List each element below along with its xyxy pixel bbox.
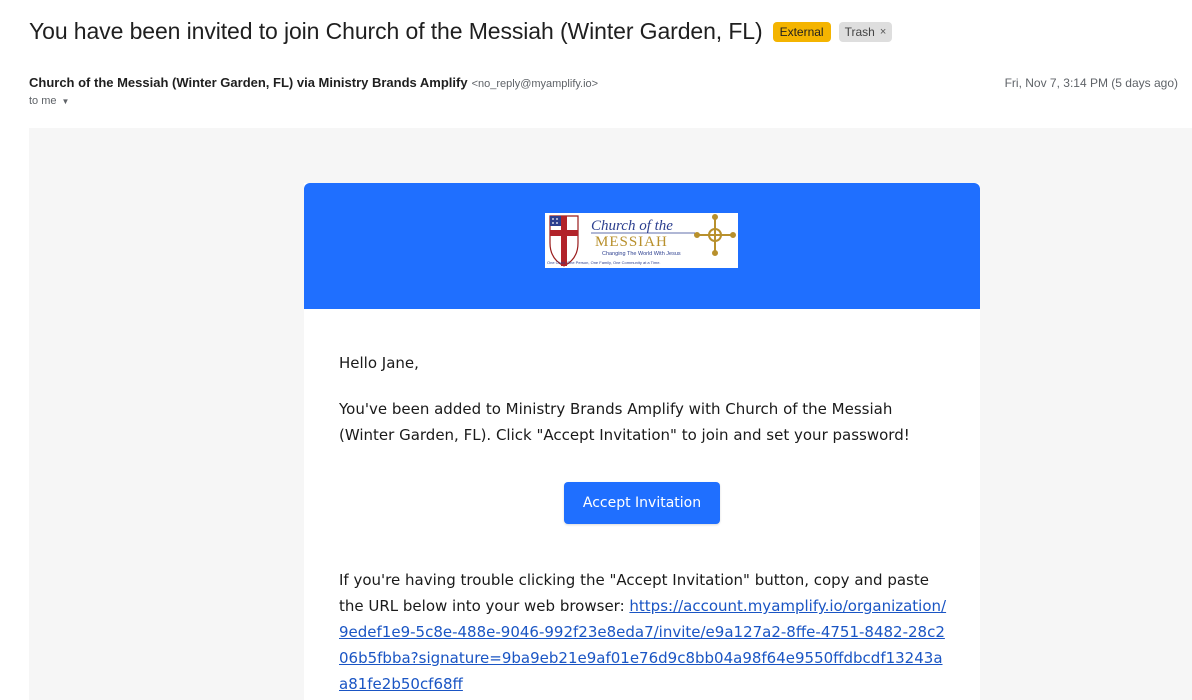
invitation-message: You've been added to Ministry Brands Amp…	[339, 400, 910, 444]
email-date: Fri, Nov 7, 3:14 PM (5 days ago)	[1004, 76, 1178, 90]
trash-label[interactable]: Trash ×	[838, 21, 893, 42]
external-label[interactable]: External	[772, 21, 831, 42]
remove-label-icon[interactable]: ×	[880, 25, 886, 39]
email-subject: You have been invited to join Church of …	[29, 18, 763, 44]
email-content: Hello Jane, You've been added to Ministr…	[339, 350, 951, 448]
fallback-instructions: If you're having trouble clicking the "A…	[339, 567, 951, 697]
sender-row: Church of the Messiah (Winter Garden, FL…	[29, 75, 1178, 90]
logo-tagline: Changing The World With Jesus	[602, 251, 681, 257]
chevron-down-icon[interactable]: ▼	[62, 97, 70, 106]
sender-email: <no_reply@myamplify.io>	[471, 78, 599, 90]
email-view: You have been invited to join Church of …	[0, 0, 1192, 700]
logo-line1: Church of the	[591, 218, 673, 234]
accept-invitation-button[interactable]: Accept Invitation	[564, 482, 720, 524]
shield-icon	[549, 215, 579, 267]
subject-row: You have been invited to join Church of …	[29, 18, 893, 45]
church-logo-graphic: Church of the MESSIAH Changing The World…	[547, 214, 736, 267]
trash-label-text: Trash	[844, 24, 875, 39]
logo-subtagline: One Child, One Person, One Family, One C…	[547, 260, 661, 265]
recipient-row[interactable]: to me ▼	[29, 95, 69, 107]
church-logo: Church of the MESSIAH Changing The World…	[545, 213, 738, 268]
greeting: Hello Jane,	[339, 354, 419, 372]
recipient-label: to me	[29, 95, 57, 107]
logo-line2: MESSIAH	[595, 234, 668, 250]
cross-icon	[694, 214, 736, 256]
sender-name[interactable]: Church of the Messiah (Winter Garden, FL…	[29, 75, 468, 90]
